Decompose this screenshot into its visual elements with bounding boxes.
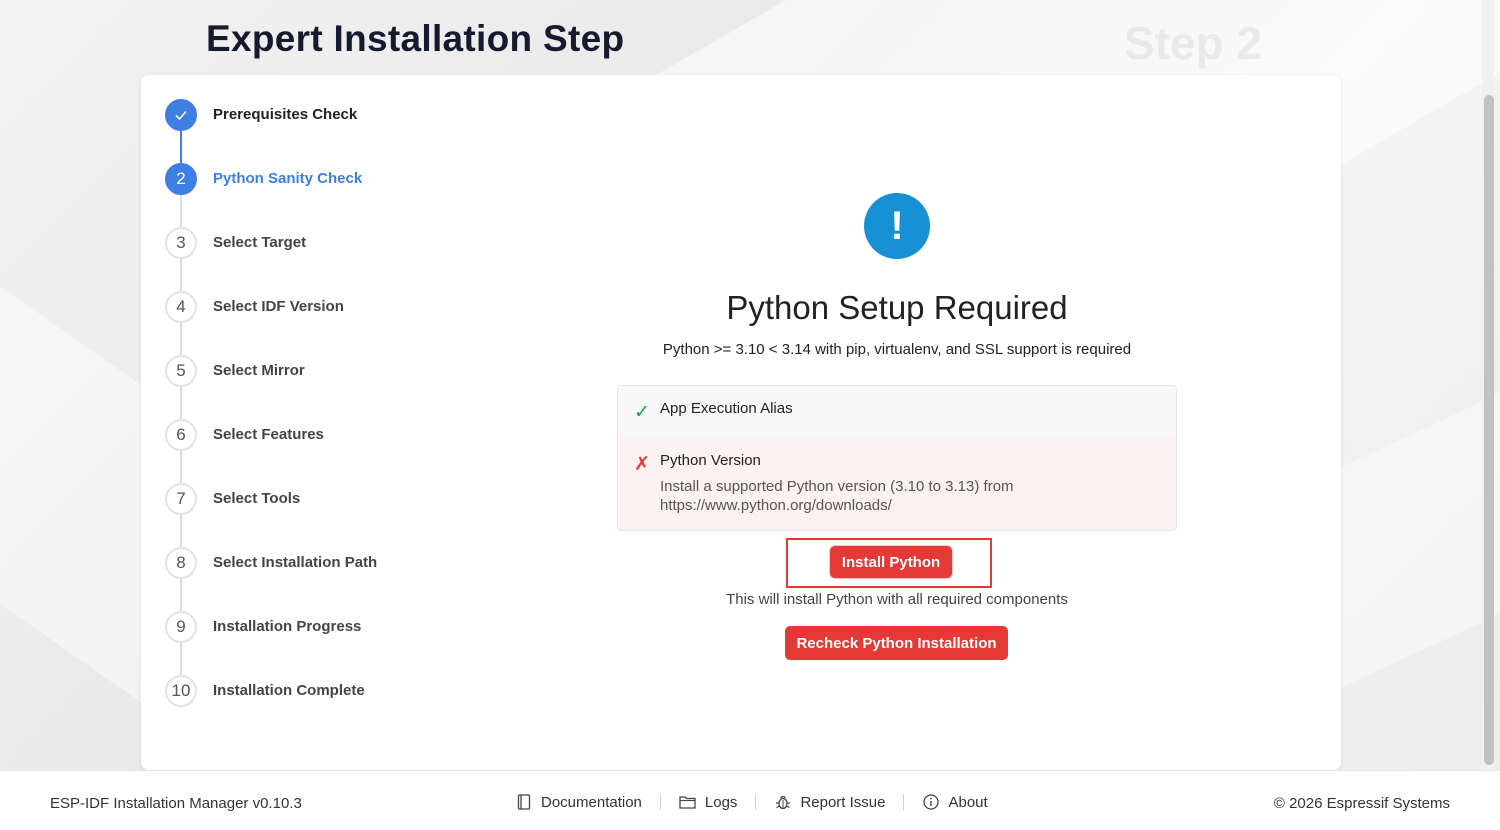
- step-connector: [180, 579, 182, 611]
- footer-links: Documentation Logs Report Issue About: [515, 793, 988, 811]
- book-icon: [515, 793, 533, 811]
- step-item-installation-progress[interactable]: 9 Installation Progress: [165, 611, 377, 675]
- check-content: Python Version Install a supported Pytho…: [660, 452, 1014, 515]
- step-label: Installation Complete: [213, 682, 365, 699]
- step-connector: [180, 195, 182, 227]
- step-item-installation-complete[interactable]: 10 Installation Complete: [165, 675, 377, 739]
- check-detail-line: Install a supported Python version (3.10…: [660, 478, 1014, 495]
- step-item-prerequisites-check[interactable]: Prerequisites Check: [165, 99, 377, 163]
- check-detail: Install a supported Python version (3.10…: [660, 477, 1014, 515]
- about-link[interactable]: About: [922, 793, 988, 811]
- setup-subtitle: Python >= 3.10 < 3.14 with pip, virtuale…: [662, 341, 1132, 358]
- step-item-select-mirror[interactable]: 5 Select Mirror: [165, 355, 377, 419]
- footer-divider: [903, 794, 905, 810]
- python-check-list: ✓ App Execution Alias ✗ Python Version I…: [617, 385, 1177, 531]
- step-label: Select Features: [213, 426, 324, 443]
- footer-divider: [755, 794, 757, 810]
- step-label: Select Installation Path: [213, 554, 378, 571]
- check-name: App Execution Alias: [660, 400, 793, 417]
- copyright: © 2026 Espressif Systems: [1273, 795, 1450, 812]
- footer-divider: [659, 794, 661, 810]
- python-setup-panel: ! Python Setup Required Python >= 3.10 <…: [617, 193, 1177, 358]
- step-label: Installation Progress: [213, 618, 362, 635]
- step-item-select-features[interactable]: 6 Select Features: [165, 419, 377, 483]
- step-item-select-target[interactable]: 3 Select Target: [165, 227, 377, 291]
- check-row-app-execution-alias: ✓ App Execution Alias: [618, 386, 1176, 438]
- check-row-python-version: ✗ Python Version Install a supported Pyt…: [618, 438, 1176, 530]
- exclamation-icon: !: [864, 193, 930, 259]
- step-circle: 9: [165, 611, 197, 643]
- step-connector: [180, 259, 182, 291]
- step-connector: [180, 643, 182, 675]
- step-circle: 5: [165, 355, 197, 387]
- step-item-select-installation-path[interactable]: 8 Select Installation Path: [165, 547, 377, 611]
- step-list: Prerequisites Check 2 Python Sanity Chec…: [165, 99, 377, 739]
- step-label: Select Tools: [213, 490, 301, 507]
- step-circle: 3: [165, 227, 197, 259]
- step-circle: 10: [165, 675, 197, 707]
- step-connector: [180, 515, 182, 547]
- step-label: Select Target: [213, 234, 307, 251]
- wizard-card: Prerequisites Check 2 Python Sanity Chec…: [141, 75, 1341, 770]
- step-label: Prerequisites Check: [213, 106, 358, 123]
- app-version: ESP-IDF Installation Manager v0.10.3: [50, 795, 302, 812]
- step-item-python-sanity-check[interactable]: 2 Python Sanity Check: [165, 163, 377, 227]
- footer: ESP-IDF Installation Manager v0.10.3 Doc…: [0, 770, 1500, 830]
- step-watermark: Step 2: [1124, 17, 1263, 69]
- step-connector: [180, 323, 182, 355]
- step-label: Select IDF Version: [213, 298, 344, 315]
- step-circle: 7: [165, 483, 197, 515]
- step-circle: [165, 99, 197, 131]
- about-label: About: [948, 793, 988, 811]
- python-download-link[interactable]: https://www.python.org/downloads/: [660, 496, 1014, 515]
- step-label: Select Mirror: [213, 362, 305, 379]
- logs-label: Logs: [704, 793, 738, 811]
- scrollbar-thumb[interactable]: [1484, 95, 1494, 765]
- step-item-select-tools[interactable]: 7 Select Tools: [165, 483, 377, 547]
- check-name: Python Version: [660, 452, 761, 469]
- bug-icon: [774, 793, 792, 811]
- setup-title: Python Setup Required: [726, 289, 1068, 326]
- install-note: This will install Python with all requir…: [726, 591, 1068, 608]
- info-icon: [922, 793, 940, 811]
- recheck-python-button[interactable]: Recheck Python Installation: [785, 626, 1008, 660]
- install-python-button[interactable]: Install Python: [830, 546, 952, 578]
- checkmark-icon: ✓: [634, 402, 650, 423]
- step-circle: 8: [165, 547, 197, 579]
- documentation-link[interactable]: Documentation: [515, 793, 642, 811]
- step-label: Python Sanity Check: [213, 170, 363, 187]
- report-issue-label: Report Issue: [800, 793, 886, 811]
- folder-icon: [679, 793, 697, 811]
- step-item-select-idf-version[interactable]: 4 Select IDF Version: [165, 291, 377, 355]
- check-icon: [175, 110, 187, 121]
- report-issue-link[interactable]: Report Issue: [774, 793, 885, 811]
- step-circle: 4: [165, 291, 197, 323]
- scrollbar[interactable]: [1482, 0, 1494, 770]
- cross-icon: ✗: [634, 454, 650, 475]
- page-title: Expert Installation Step: [206, 18, 625, 59]
- step-circle: 6: [165, 419, 197, 451]
- step-connector: [180, 451, 182, 483]
- step-connector: [180, 387, 182, 419]
- documentation-label: Documentation: [541, 793, 642, 811]
- logs-link[interactable]: Logs: [679, 793, 738, 811]
- step-circle: 2: [165, 163, 197, 195]
- step-connector: [180, 131, 182, 163]
